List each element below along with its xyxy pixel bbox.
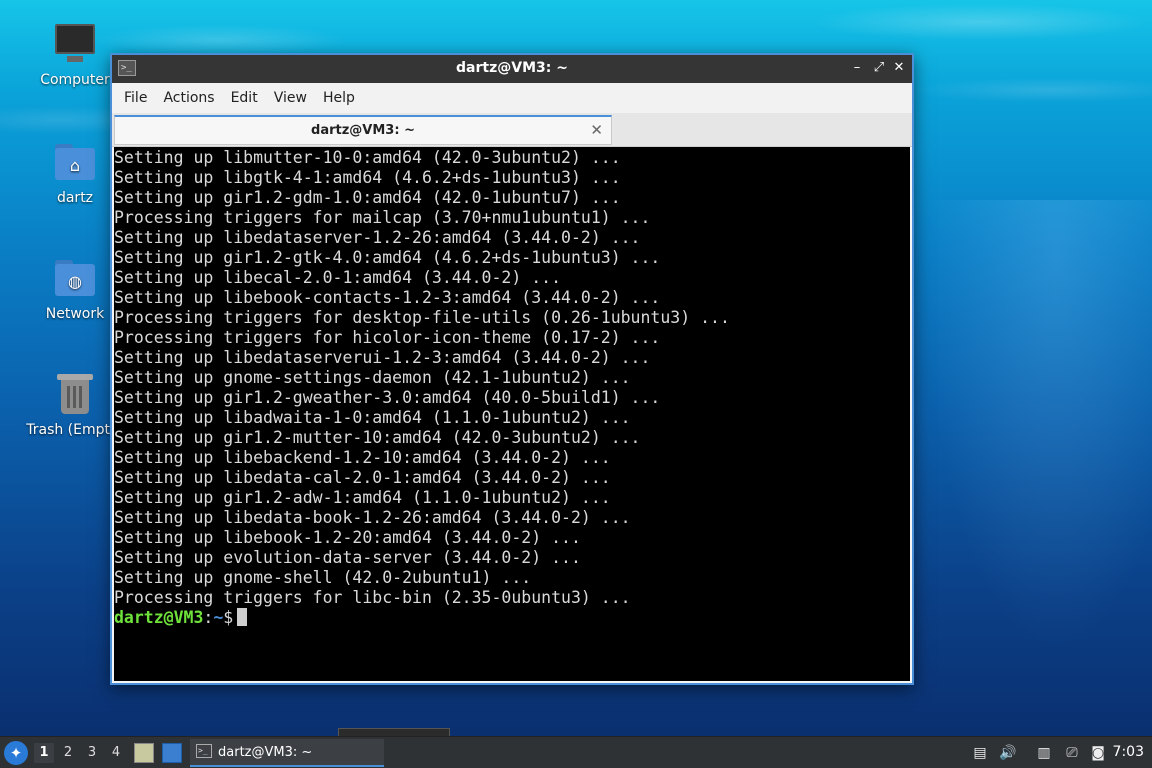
prompt-user-host: dartz@VM3 xyxy=(114,608,204,627)
workspace-3[interactable]: 3 xyxy=(82,743,102,763)
terminal-window[interactable]: >_ dartz@VM3: ~ – ⤢ ✕ File Actions Edit … xyxy=(110,53,914,685)
terminal-line: Setting up evolution-data-server (3.44.0… xyxy=(114,548,581,567)
workspace-2[interactable]: 2 xyxy=(58,743,78,763)
terminal-line: Setting up libedataserver-1.2-26:amd64 (… xyxy=(114,228,641,247)
terminal-line: Processing triggers for hicolor-icon-the… xyxy=(114,328,661,347)
close-button[interactable]: ✕ xyxy=(890,59,908,77)
home-folder-icon: ⌂ xyxy=(53,140,97,184)
menu-help[interactable]: Help xyxy=(315,83,363,113)
network-tray-icon[interactable]: ⎚ xyxy=(1062,743,1082,763)
notification-icon[interactable]: ◙ xyxy=(1088,743,1108,763)
terminal-line: Setting up libmutter-10-0:amd64 (42.0-3u… xyxy=(114,148,621,167)
tab-terminal[interactable]: dartz@VM3: ~ ✕ xyxy=(114,115,612,145)
window-titlebar[interactable]: >_ dartz@VM3: ~ – ⤢ ✕ xyxy=(112,55,912,83)
terminal-line: Setting up libebook-1.2-20:amd64 (3.44.0… xyxy=(114,528,581,547)
workspace-4[interactable]: 4 xyxy=(106,743,126,763)
terminal-line: Setting up libgtk-4-1:amd64 (4.6.2+ds-1u… xyxy=(114,168,621,187)
terminal-line: Setting up libecal-2.0-1:amd64 (3.44.0-2… xyxy=(114,268,562,287)
task-label: dartz@VM3: ~ xyxy=(218,745,313,760)
taskbar: ✦ 1 2 3 4 >_ dartz@VM3: ~ ▤ 🔊 ▥ ⎚ ◙ 7:03 xyxy=(0,736,1152,768)
terminal-prompt-line: dartz@VM3:~$ xyxy=(114,608,910,628)
wallpaper-glow xyxy=(900,200,1152,720)
terminal-line: Setting up gir1.2-gdm-1.0:amd64 (42.0-1u… xyxy=(114,188,621,207)
volume-icon[interactable]: 🔊 xyxy=(998,743,1018,763)
terminal-line: Setting up libadwaita-1-0:amd64 (1.1.0-1… xyxy=(114,408,631,427)
clipboard-icon[interactable]: ▥ xyxy=(1034,743,1054,763)
tray-menu-icon[interactable]: ▤ xyxy=(970,743,990,763)
taskbar-task-terminal[interactable]: >_ dartz@VM3: ~ xyxy=(190,739,384,767)
terminal-line: Processing triggers for desktop-file-uti… xyxy=(114,308,730,327)
terminal-line: Setting up gir1.2-adw-1:amd64 (1.1.0-1ub… xyxy=(114,488,611,507)
show-desktop-icon[interactable] xyxy=(162,743,182,763)
tab-close-icon[interactable]: ✕ xyxy=(590,121,603,139)
menu-actions[interactable]: Actions xyxy=(155,83,222,113)
prompt-path: ~ xyxy=(213,608,224,627)
menu-file[interactable]: File xyxy=(116,83,155,113)
window-title: dartz@VM3: ~ xyxy=(456,60,568,76)
start-menu-button[interactable]: ✦ xyxy=(4,741,28,765)
minimize-button[interactable]: – xyxy=(848,59,866,77)
terminal-line: Processing triggers for libc-bin (2.35-0… xyxy=(114,588,631,607)
clock[interactable]: 7:03 xyxy=(1113,744,1144,760)
maximize-button[interactable]: ⤢ xyxy=(870,59,888,77)
terminal-line: Setting up libebook-contacts-1.2-3:amd64… xyxy=(114,288,661,307)
workspace-1[interactable]: 1 xyxy=(34,743,54,763)
terminal-line: Setting up libedata-book-1.2-26:amd64 (3… xyxy=(114,508,631,527)
tab-bar: dartz@VM3: ~ ✕ xyxy=(112,113,912,147)
trash-icon xyxy=(53,372,97,416)
terminal-line: Setting up gir1.2-gweather-3.0:amd64 (40… xyxy=(114,388,661,407)
terminal-line: Setting up gir1.2-gtk-4.0:amd64 (4.6.2+d… xyxy=(114,248,661,267)
terminal-line: Processing triggers for mailcap (3.70+nm… xyxy=(114,208,651,227)
terminal-line: Setting up gir1.2-mutter-10:amd64 (42.0-… xyxy=(114,428,641,447)
menu-edit[interactable]: Edit xyxy=(223,83,266,113)
prompt-symbol: $ xyxy=(223,608,234,627)
file-manager-launcher-icon[interactable] xyxy=(134,743,154,763)
tab-label: dartz@VM3: ~ xyxy=(311,123,415,138)
network-folder-icon: ◍ xyxy=(53,256,97,300)
computer-icon xyxy=(53,22,97,66)
terminal-line: Setting up gnome-shell (42.0-2ubuntu1) .… xyxy=(114,568,532,587)
terminal-cursor xyxy=(237,608,248,626)
prompt-separator: : xyxy=(203,608,214,627)
terminal-line: Setting up gnome-settings-daemon (42.1-1… xyxy=(114,368,631,387)
terminal-line: Setting up libebackend-1.2-10:amd64 (3.4… xyxy=(114,448,611,467)
terminal-line: Setting up libedata-cal-2.0-1:amd64 (3.4… xyxy=(114,468,611,487)
menu-view[interactable]: View xyxy=(266,83,315,113)
terminal-line: Setting up libedataserverui-1.2-3:amd64 … xyxy=(114,348,651,367)
terminal-task-icon: >_ xyxy=(196,744,212,758)
menu-bar: File Actions Edit View Help xyxy=(112,83,912,113)
terminal-output[interactable]: Setting up libmutter-10-0:amd64 (42.0-3u… xyxy=(114,147,910,681)
